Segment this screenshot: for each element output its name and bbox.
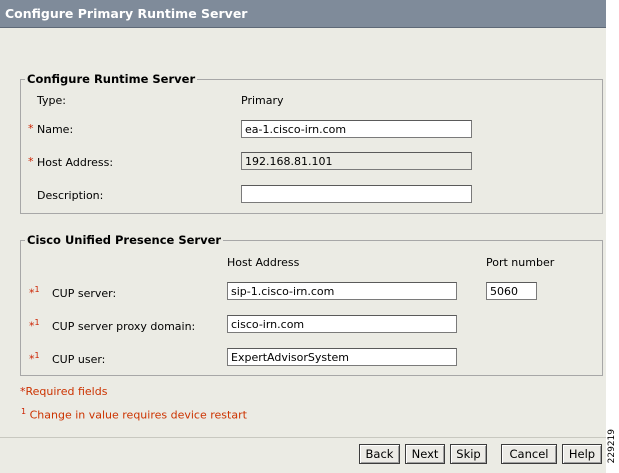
description-label: Description: <box>37 189 104 202</box>
back-button[interactable]: Back <box>359 444 400 464</box>
cup-proxy-domain-label: CUP server proxy domain: <box>52 320 196 333</box>
restart-note-text: Change in value requires device restart <box>29 408 247 422</box>
skip-button[interactable]: Skip <box>450 444 487 464</box>
cup-server-label: CUP server: <box>52 287 117 300</box>
cup-port-header: Port number <box>486 256 555 269</box>
host-address-label: Host Address: <box>37 156 114 169</box>
next-button[interactable]: Next <box>405 444 445 464</box>
help-button[interactable]: Help <box>562 444 602 464</box>
cup-server-markers: *1 <box>29 285 40 300</box>
cup-server-restart-marker: 1 <box>34 285 40 294</box>
cup-user-markers: *1 <box>29 351 40 366</box>
type-label: Type: <box>37 94 66 107</box>
cup-user-input[interactable] <box>227 348 457 366</box>
cup-proxy-domain-input[interactable] <box>227 315 457 333</box>
name-required-marker: * <box>28 122 34 135</box>
footer-divider <box>0 437 606 438</box>
cup-server-legend: Cisco Unified Presence Server <box>27 233 222 247</box>
cup-port-input[interactable] <box>486 282 537 300</box>
cup-user-restart-marker: 1 <box>34 351 40 360</box>
restart-note-marker: 1 <box>21 407 27 416</box>
host-address-input <box>241 152 472 170</box>
cup-proxy-markers: *1 <box>29 318 40 333</box>
cup-server-input[interactable] <box>227 282 457 300</box>
name-label: Name: <box>37 123 74 136</box>
wizard-window: Configure Primary Runtime Server Configu… <box>0 0 606 473</box>
description-input[interactable] <box>241 185 472 203</box>
required-fields-note: *Required fields <box>20 385 107 398</box>
host-required-marker: * <box>28 155 34 168</box>
title-bar: Configure Primary Runtime Server <box>0 0 606 28</box>
name-input[interactable] <box>241 120 472 138</box>
cancel-button[interactable]: Cancel <box>501 444 557 464</box>
runtime-server-legend: Configure Runtime Server <box>27 72 196 86</box>
figure-id: 229219 <box>607 428 617 463</box>
type-value: Primary <box>241 94 284 107</box>
cup-user-label: CUP user: <box>52 353 106 366</box>
cup-host-address-header: Host Address <box>227 256 300 269</box>
restart-note: 1 Change in value requires device restar… <box>21 407 247 422</box>
required-note-text: Required fields <box>25 385 108 398</box>
cup-proxy-restart-marker: 1 <box>34 318 40 327</box>
window-title: Configure Primary Runtime Server <box>5 6 248 21</box>
